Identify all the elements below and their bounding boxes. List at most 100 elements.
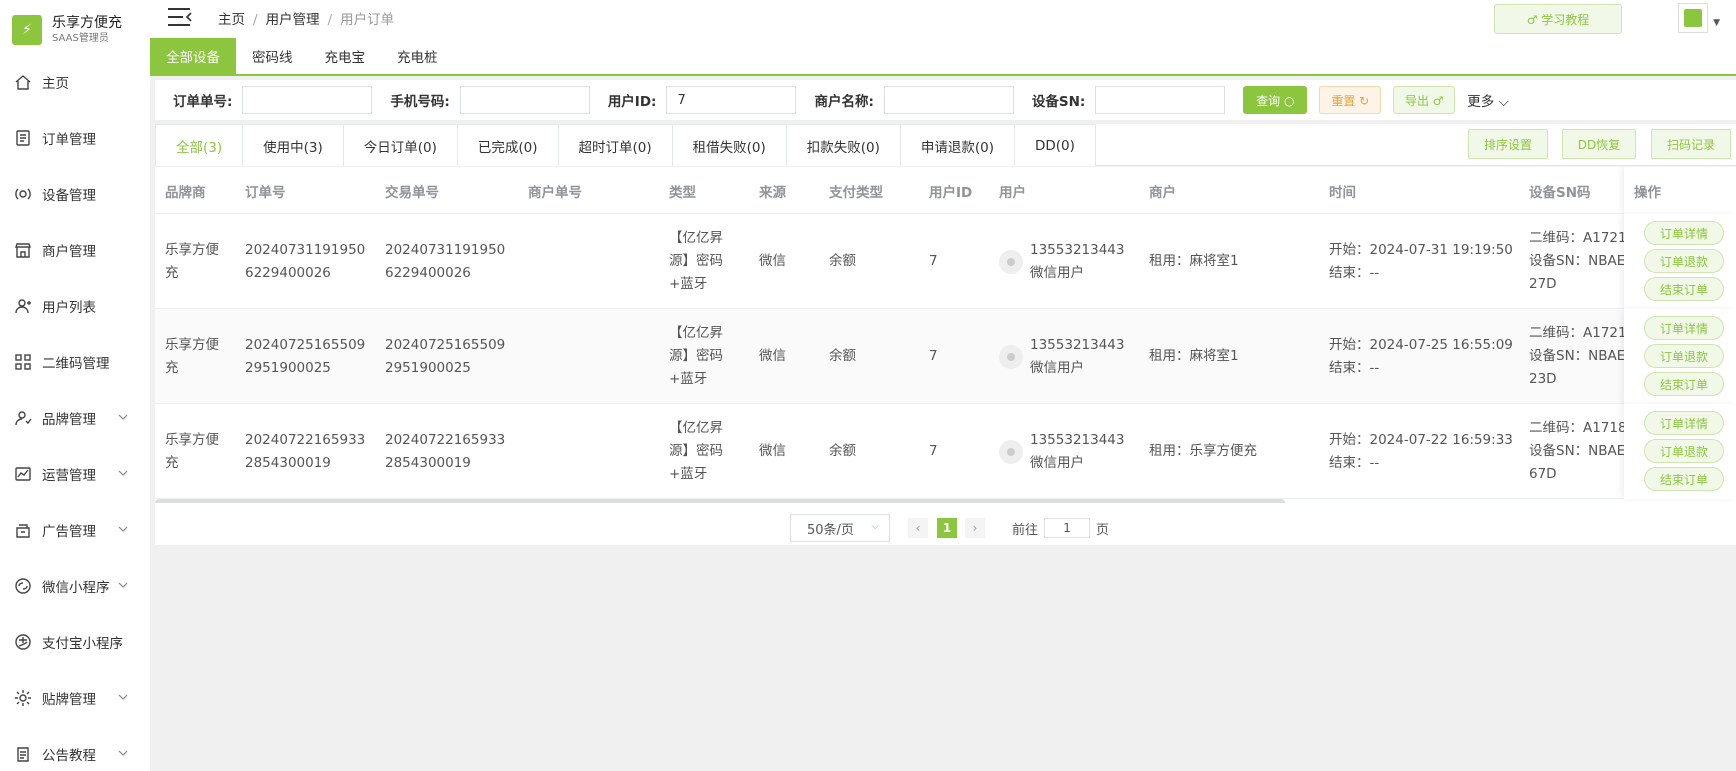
user-id-input[interactable]: 7 [666,86,797,114]
sidebar-item-0[interactable]: 主页 [0,54,150,110]
user-icon [15,299,31,314]
cell-user-line: 13553213443 [1030,337,1125,353]
tab-status-timeout[interactable]: 超时订单(0) [558,125,673,166]
sidebar: ⚡ 乐享方便充 SAAS管理员 主页 订单管理 设备管理商户管理用户列表 二维码管理品… [0,0,150,771]
order-detail-button[interactable]: 订单详情 [1644,411,1724,435]
export-button[interactable]: 导出 ♂ [1393,86,1456,114]
reset-button[interactable]: 重置 ↻ [1319,86,1382,114]
sidebar-item-12[interactable]: 公告教程 [0,726,150,771]
tab-all-devices[interactable]: 全部设备 [150,38,236,74]
cell-trade-no: 20240722165933 2854300019 [385,429,505,475]
row-actions: 订单详情订单退款结束订单 [1624,214,1736,309]
page-size-select[interactable]: 50条/页 ⌵ [790,514,890,542]
tab-status-today[interactable]: 今日订单(0) [343,125,458,166]
cell-merchant: 租用：麻将室1 [1149,250,1239,273]
sidebar-item-11[interactable]: 贴牌管理 [0,670,150,726]
tab-status-charge-failed[interactable]: 扣款失败(0) [786,125,901,166]
next-page-button[interactable]: › [965,518,985,538]
breadcrumb-user-mgmt[interactable]: 用户管理 [266,12,320,28]
user-avatar[interactable] [1678,3,1708,33]
cell-pay-type-line: 余额 [829,443,856,459]
dd-restore-button[interactable]: DD恢复 [1562,129,1636,159]
app-logo[interactable]: ⚡ 乐享方便充 SAAS管理员 [12,14,122,45]
sidebar-item-8[interactable]: 广告管理 [0,502,150,558]
tab-status-all[interactable]: 全部(3) [155,125,244,166]
sidebar-item-3[interactable]: 商户管理 [0,222,150,278]
tab-status-in-use[interactable]: 使用中(3) [243,125,344,166]
cell-trade-no-line: 2854300019 [385,455,471,471]
col-trade-no: 交易单号 [385,185,439,201]
breadcrumb-home[interactable]: 主页 [218,12,245,28]
end-order-button[interactable]: 结束订单 [1644,467,1724,491]
goto-page-input[interactable]: 1 [1044,518,1091,538]
tab-status-refund-request[interactable]: 申请退款(0) [900,125,1015,166]
tab-status-dd[interactable]: DD(0) [1015,125,1096,166]
cell-sn-line: 二维码：A1721 [1529,325,1627,341]
cell-brand-line: 充 [165,455,179,471]
cell-user-id-line: 7 [929,443,938,459]
order-refund-button[interactable]: 订单退款 [1644,344,1724,368]
sidebar-item-5[interactable]: 二维码管理 [0,334,150,390]
order-refund-button[interactable]: 订单退款 [1644,439,1724,463]
topbar: 主页 / 用户管理 / 用户订单 ♂ 学习教程 ▼ [150,0,1736,38]
scan-log-button[interactable]: 扫码记录 [1651,129,1731,159]
order-no-input[interactable] [242,86,373,114]
alipay-icon [15,634,31,650]
cell-type-line: +蓝牙 [669,276,708,292]
device-sn-input[interactable] [1095,86,1226,114]
cell-trade-no-line: 6229400026 [385,265,471,281]
sidebar-item-10[interactable]: 支付宝小程序 [0,614,150,670]
tab-password-cable[interactable]: 密码线 [236,38,309,74]
order-detail-button[interactable]: 订单详情 [1644,221,1724,245]
sort-settings-button[interactable]: 排序设置 [1468,129,1548,159]
chevron-down-icon [118,694,128,700]
end-order-button[interactable]: 结束订单 [1644,277,1724,301]
cell-type: 【亿亿昇 源】密码 +蓝牙 [669,417,723,486]
cell-order-no: 20240725165509 2951900025 [245,334,365,380]
cell-sn-line: 二维码：A1721 [1529,230,1627,246]
query-button[interactable]: 查询 ○ [1243,86,1308,114]
goto-label: 前往 [1012,522,1039,538]
merchant-name-input[interactable] [883,86,1014,114]
sidebar-item-7[interactable]: 运营管理 [0,446,150,502]
chevron-down-icon [118,582,128,588]
caret-down-icon[interactable]: ▼ [1713,18,1720,28]
tab-charging-pile[interactable]: 充电桩 [381,38,454,74]
sidebar-item-label: 广告管理 [42,524,96,540]
sidebar-item-2[interactable]: 设备管理 [0,166,150,222]
row-actions: 订单详情订单退款结束订单 [1624,404,1736,499]
learn-tutorial-button[interactable]: ♂ 学习教程 [1494,4,1622,34]
col-user: 用户 [999,185,1026,201]
end-order-button[interactable]: 结束订单 [1644,372,1724,396]
home-icon [15,75,31,90]
page-number-current[interactable]: 1 [937,518,957,538]
tab-status-completed[interactable]: 已完成(0) [457,125,559,166]
tab-power-bank[interactable]: 充电宝 [309,38,382,74]
prev-page-button[interactable]: ‹ [908,518,928,538]
cell-time: 开始：2024-07-31 19:19:50 结束：-- [1329,239,1513,285]
table-row[interactable]: 乐享方便充 20240725165509 2951900025 20240725165… [155,309,1736,404]
order-detail-button[interactable]: 订单详情 [1644,316,1724,340]
cell-trade-no-line: 20240725165509 [385,337,506,353]
table-row[interactable]: 乐享方便充 20240731191950 6229400026 20240731191… [155,214,1736,309]
cell-order-no-line: 20240731191950 [245,242,366,258]
qrcode-icon [15,354,31,370]
tab-status-rent-failed[interactable]: 租借失败(0) [672,125,787,166]
cell-brand: 乐享方便充 [165,334,219,380]
table-row[interactable]: 乐享方便充 20240722165933 2854300019 20240722165… [155,404,1736,499]
sidebar-item-label: 商户管理 [42,244,96,260]
sidebar-item-label: 公告教程 [42,748,96,764]
orders-table: 品牌商 订单号 交易单号 商户单号 类型 来源 支付类型 用户ID 用户 商户 … [155,167,1736,503]
sidebar-item-label: 运营管理 [42,468,96,484]
phone-input[interactable] [459,86,590,114]
sidebar-item-1[interactable]: 订单管理 [0,110,150,166]
menu-toggle-icon[interactable] [168,7,192,27]
sidebar-item-6[interactable]: 品牌管理 [0,390,150,446]
cell-order-no-line: 20240725165509 [245,337,366,353]
plug-avatar-icon [1684,9,1702,27]
more-filters-toggle[interactable]: 更多 ⌵ [1467,90,1509,110]
sidebar-item-9[interactable]: 微信小程序 [0,558,150,614]
col-type: 类型 [669,185,696,201]
order-refund-button[interactable]: 订单退款 [1644,249,1724,273]
sidebar-item-4[interactable]: 用户列表 [0,278,150,334]
